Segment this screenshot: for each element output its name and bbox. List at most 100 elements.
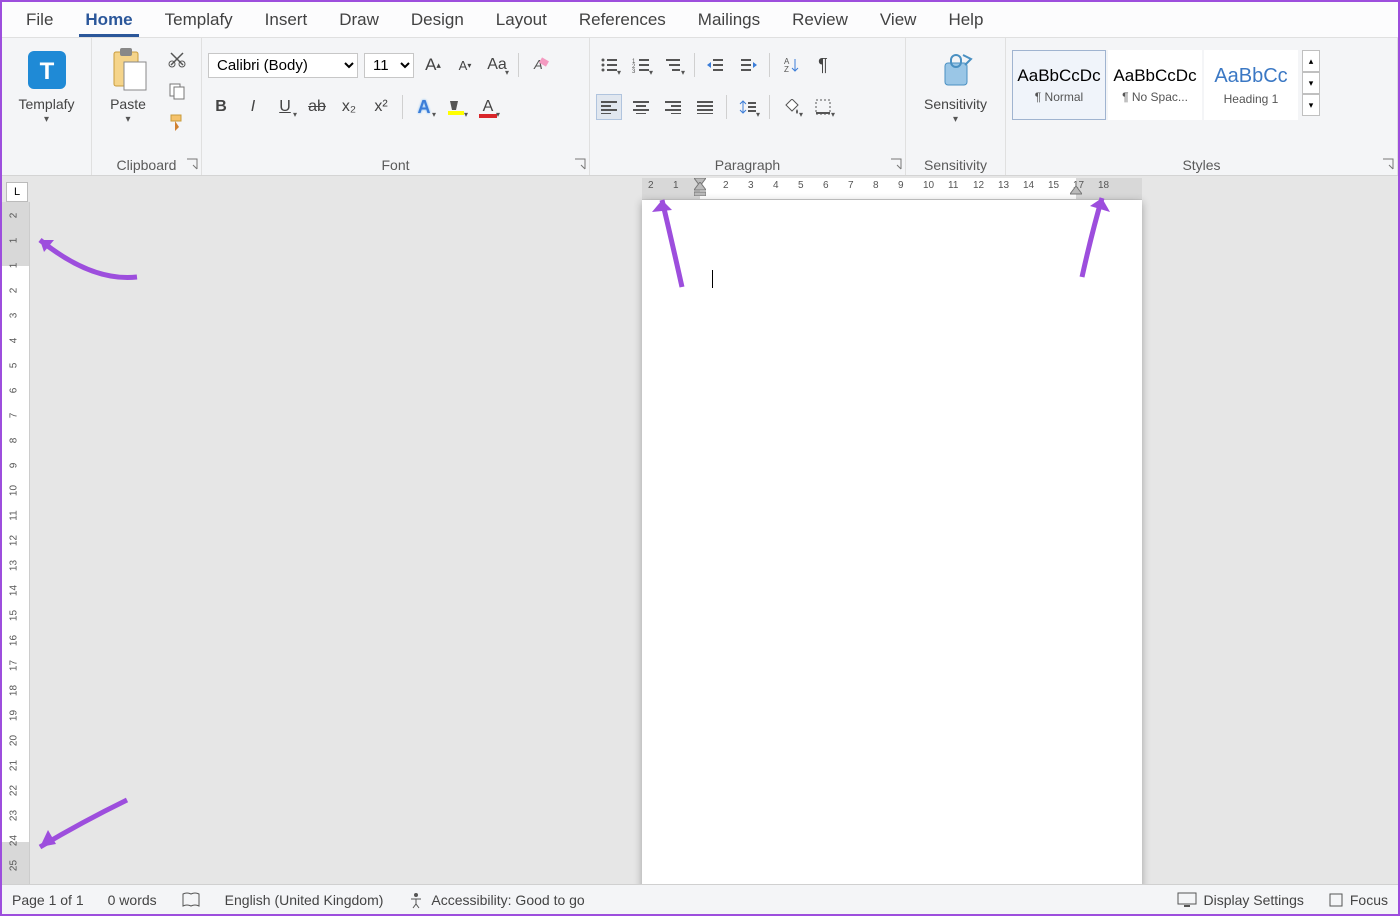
clipboard-launcher-icon[interactable] [185, 157, 199, 171]
status-words[interactable]: 0 words [108, 892, 157, 908]
templafy-icon: T [23, 46, 71, 94]
font-group-label: Font [208, 155, 583, 175]
borders-button[interactable]: ▾ [810, 94, 836, 120]
styles-scroll-down[interactable]: ▾ [1302, 72, 1320, 94]
status-page[interactable]: Page 1 of 1 [12, 892, 84, 908]
copy-icon [168, 82, 186, 100]
ribbon-tabs: File Home Templafy Insert Draw Design La… [2, 2, 1398, 38]
text-cursor [712, 270, 713, 288]
clipboard-group-label: Clipboard [98, 155, 195, 175]
format-painter-button[interactable] [164, 110, 190, 136]
align-right-icon [665, 100, 681, 114]
style-heading-1[interactable]: AaBbCc Heading 1 [1204, 50, 1298, 120]
vertical-ruler[interactable]: 2112345678910111213141516171819202122232… [2, 202, 30, 884]
person-icon [407, 891, 425, 909]
align-right-button[interactable] [660, 94, 686, 120]
group-clipboard: Paste ▾ Clipboard [92, 38, 202, 175]
numbering-button[interactable]: 123▾ [628, 52, 654, 78]
align-left-icon [601, 100, 617, 114]
increase-indent-button[interactable] [735, 52, 761, 78]
tab-insert[interactable]: Insert [249, 4, 324, 36]
paintbrush-icon [167, 113, 187, 133]
bullets-button[interactable]: ▾ [596, 52, 622, 78]
font-launcher-icon[interactable] [573, 157, 587, 171]
document-page[interactable] [642, 200, 1142, 890]
tab-mailings[interactable]: Mailings [682, 4, 776, 36]
align-left-button[interactable] [596, 94, 622, 120]
chevron-down-icon: ▾ [44, 114, 49, 125]
sort-button[interactable]: AZ [778, 52, 804, 78]
justify-button[interactable] [692, 94, 718, 120]
align-center-button[interactable] [628, 94, 654, 120]
paste-button[interactable]: Paste ▾ [98, 42, 158, 129]
show-marks-button[interactable]: ¶ [810, 52, 836, 78]
styles-group-label: Styles [1012, 155, 1391, 175]
font-color-button[interactable]: A▾ [475, 94, 501, 120]
ribbon: T Templafy ▾ Paste ▾ [2, 38, 1398, 176]
numbering-icon: 123 [632, 57, 650, 73]
paragraph-group-label: Paragraph [596, 155, 899, 175]
multilevel-list-button[interactable]: ▾ [660, 52, 686, 78]
tab-help[interactable]: Help [932, 4, 999, 36]
svg-text:3: 3 [632, 69, 636, 73]
justify-icon [697, 100, 713, 114]
subscript-button[interactable]: x₂ [336, 94, 362, 120]
paste-label: Paste [110, 96, 146, 112]
style-no-spacing[interactable]: AaBbCcDc ¶ No Spac... [1108, 50, 1202, 120]
strikethrough-button[interactable]: ab [304, 94, 330, 120]
tab-selector[interactable]: L [6, 182, 28, 202]
tab-file[interactable]: File [10, 4, 69, 36]
status-language[interactable]: English (United Kingdom) [225, 892, 384, 908]
tab-layout[interactable]: Layout [480, 4, 563, 36]
sensitivity-button[interactable]: Sensitivity ▾ [918, 42, 993, 129]
templafy-button[interactable]: T Templafy ▾ [12, 42, 80, 129]
tab-view[interactable]: View [864, 4, 933, 36]
status-focus[interactable]: Focus [1328, 892, 1388, 908]
grow-font-button[interactable]: A▴ [420, 52, 446, 78]
chevron-down-icon: ▾ [953, 114, 958, 125]
indent-icon [739, 57, 757, 73]
copy-button[interactable] [164, 78, 190, 104]
horizontal-ruler[interactable]: 211234567891011121314151718 [642, 178, 1142, 200]
spacing-icon [739, 99, 757, 115]
highlight-button[interactable]: ▾ [443, 94, 469, 120]
document-workspace: L 211234567891011121314151718 2112345678… [2, 178, 1398, 884]
bullets-icon [600, 57, 618, 73]
tab-templafy[interactable]: Templafy [149, 4, 249, 36]
tab-references[interactable]: References [563, 4, 682, 36]
tab-review[interactable]: Review [776, 4, 864, 36]
tab-home[interactable]: Home [69, 4, 148, 36]
clear-format-button[interactable]: A [527, 52, 553, 78]
text-effects-button[interactable]: A▾ [411, 94, 437, 120]
monitor-icon [1177, 892, 1197, 908]
styles-scroll-up[interactable]: ▴ [1302, 50, 1320, 72]
superscript-button[interactable]: x² [368, 94, 394, 120]
style-normal[interactable]: AaBbCcDc ¶ Normal [1012, 50, 1106, 120]
chevron-down-icon: ▾ [125, 114, 130, 125]
status-spellcheck[interactable] [181, 891, 201, 909]
shading-button[interactable]: ▾ [778, 94, 804, 120]
underline-button[interactable]: U▾ [272, 94, 298, 120]
paragraph-launcher-icon[interactable] [889, 157, 903, 171]
font-size-select[interactable]: 11 [364, 53, 414, 78]
group-styles: AaBbCcDc ¶ Normal AaBbCcDc ¶ No Spac... … [1006, 38, 1398, 175]
status-accessibility[interactable]: Accessibility: Good to go [407, 891, 584, 909]
group-paragraph: ▾ 123▾ ▾ AZ ¶ ▾ ▾ ▾ Para [590, 38, 906, 175]
cut-button[interactable] [164, 46, 190, 72]
tab-draw[interactable]: Draw [323, 4, 395, 36]
bold-button[interactable]: B [208, 94, 234, 120]
tab-design[interactable]: Design [395, 4, 480, 36]
styles-expand[interactable]: ▾ [1302, 94, 1320, 116]
styles-gallery[interactable]: AaBbCcDc ¶ Normal AaBbCcDc ¶ No Spac... … [1012, 50, 1298, 120]
change-case-button[interactable]: Aa▾ [484, 52, 510, 78]
status-display-settings[interactable]: Display Settings [1177, 892, 1303, 908]
shrink-font-button[interactable]: A▾ [452, 52, 478, 78]
line-spacing-button[interactable]: ▾ [735, 94, 761, 120]
sort-icon: AZ [782, 56, 800, 74]
align-center-icon [633, 100, 649, 114]
font-name-select[interactable]: Calibri (Body) [208, 53, 358, 78]
italic-button[interactable]: I [240, 94, 266, 120]
sensitivity-icon [932, 46, 980, 94]
styles-launcher-icon[interactable] [1381, 157, 1395, 171]
decrease-indent-button[interactable] [703, 52, 729, 78]
